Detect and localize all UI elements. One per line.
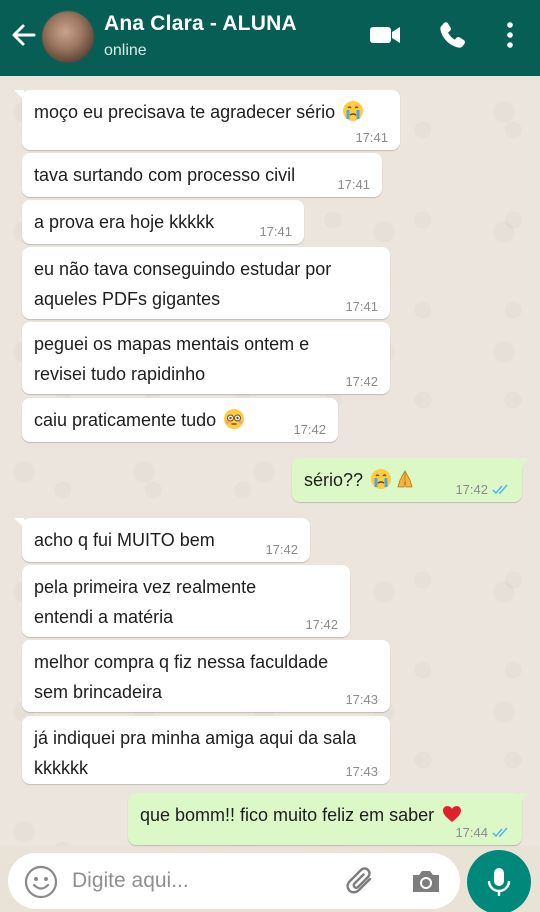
message-time: 17:43 — [345, 764, 378, 779]
camera-icon[interactable] — [410, 866, 442, 896]
message-list[interactable]: moço eu precisava te agradecer sério 17:… — [0, 76, 540, 846]
message-text: moço eu precisava te agradecer sério — [34, 102, 336, 122]
message-bubble-outgoing[interactable]: sério?? 17:42 — [292, 458, 530, 502]
contact-status: online — [104, 42, 147, 59]
message-text: que bomm!! fico muito feliz em saber — [140, 805, 435, 825]
chat-header: Ana Clara - ALUNA online — [0, 0, 540, 76]
message-bubble-incoming[interactable]: eu não tava conseguindo estudar por aque… — [22, 247, 390, 319]
message-bubble-incoming[interactable]: peguei os mapas mentais ontem e revisei … — [22, 322, 390, 394]
message-text: caiu praticamente tudo — [34, 410, 217, 430]
message-time: 17:41 — [345, 299, 378, 314]
message-bubble-incoming[interactable]: pela primeira vez realmente entendi a ma… — [22, 565, 350, 637]
message-bubble-incoming[interactable]: melhor compra q fiz nessa faculdade sem … — [22, 640, 390, 712]
read-receipt-icon — [492, 484, 508, 495]
message-text: já indiquei pra minha amiga aqui da sala… — [34, 728, 357, 778]
message-time: 17:42 — [265, 542, 298, 557]
message-time: 17:43 — [345, 692, 378, 707]
message-input-bar[interactable]: Digite aqui... — [8, 853, 460, 909]
message-time: 17:42 — [293, 422, 326, 437]
read-receipt-icon — [492, 827, 508, 838]
message-bubble-incoming[interactable]: acho q fui MUITO bem 17:42 — [14, 518, 310, 562]
video-call-icon[interactable] — [368, 18, 402, 52]
message-time: 17:42 — [305, 617, 338, 632]
message-time: 17:42 — [345, 374, 378, 389]
crying-face-icon — [371, 469, 392, 489]
message-bubble-incoming[interactable]: a prova era hoje kkkkk 17:41 — [22, 200, 304, 244]
message-time: 17:41 — [259, 224, 292, 239]
message-text: acho q fui MUITO bem — [34, 530, 215, 550]
more-options-icon[interactable] — [500, 18, 520, 52]
message-bubble-incoming[interactable]: já indiquei pra minha amiga aqui da sala… — [22, 716, 390, 784]
message-time: 17:41 — [337, 177, 370, 192]
microphone-icon — [487, 868, 511, 896]
contact-name[interactable]: Ana Clara - ALUNA — [104, 12, 297, 36]
back-arrow-icon[interactable] — [8, 18, 38, 52]
attach-clip-icon[interactable] — [346, 865, 376, 897]
flushed-face-icon — [224, 409, 245, 429]
crying-face-icon — [343, 101, 364, 121]
message-input[interactable]: Digite aqui... — [72, 869, 189, 893]
contact-avatar[interactable] — [42, 11, 94, 63]
message-bubble-outgoing[interactable]: que bomm!! fico muito feliz em saber 17:… — [128, 793, 530, 845]
message-text: a prova era hoje kkkkk — [34, 212, 215, 232]
message-text: melhor compra q fiz nessa faculdade sem … — [34, 652, 329, 702]
message-time: 17:44 — [455, 825, 510, 841]
message-bubble-incoming[interactable]: caiu praticamente tudo 17:42 — [22, 398, 338, 442]
emoji-icon[interactable] — [24, 865, 58, 899]
message-text: peguei os mapas mentais ontem e revisei … — [34, 334, 310, 384]
message-bubble-incoming[interactable]: moço eu precisava te agradecer sério 17:… — [14, 90, 400, 150]
voice-message-button[interactable] — [467, 850, 531, 912]
message-text: sério?? — [304, 470, 364, 490]
praying-hands-icon — [397, 470, 413, 488]
message-bubble-incoming[interactable]: tava surtando com processo civil 17:41 — [22, 153, 382, 197]
red-heart-icon — [443, 806, 462, 822]
phone-call-icon[interactable] — [436, 18, 468, 52]
message-time: 17:42 — [455, 482, 510, 498]
message-text: eu não tava conseguindo estudar por aque… — [34, 259, 332, 309]
message-time: 17:41 — [355, 130, 388, 145]
message-text: tava surtando com processo civil — [34, 165, 296, 185]
message-text: pela primeira vez realmente entendi a ma… — [34, 577, 257, 627]
